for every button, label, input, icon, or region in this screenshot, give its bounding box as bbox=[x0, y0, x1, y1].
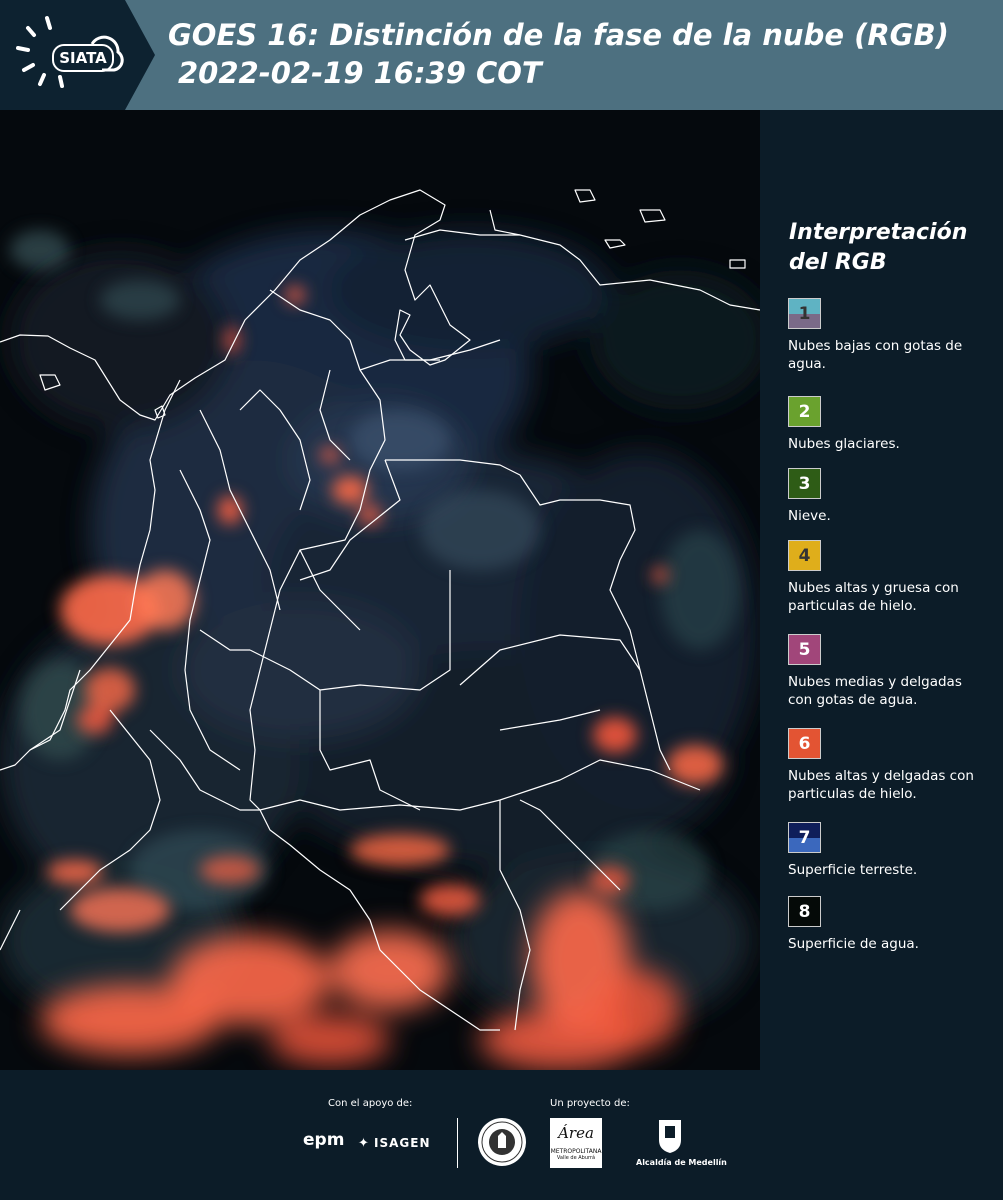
legend-title: Interpretación del RGB bbox=[789, 220, 968, 275]
area-logo-subtext-2: Valle de Aburrá bbox=[556, 1155, 596, 1161]
project-label: Un proyecto de: bbox=[550, 1098, 630, 1109]
legend-swatch-7: 7 bbox=[788, 822, 821, 853]
legend-panel: Interpretación del RGB 1 Nubes bajas con… bbox=[760, 110, 1003, 1070]
legend-label-6: Nubes altas y delgadas con particulas de… bbox=[788, 768, 974, 802]
legend-item-8: 8 Superficie de agua. bbox=[788, 896, 1003, 953]
area-logo-text: Área bbox=[558, 1124, 594, 1142]
satellite-map bbox=[0, 110, 760, 1070]
seal-graphic bbox=[481, 1121, 523, 1163]
legend-label-8: Superficie de agua. bbox=[788, 936, 919, 952]
legend-number-8: 8 bbox=[798, 901, 811, 922]
legend-label-1: Nubes bajas con gotas de agua. bbox=[788, 338, 963, 372]
header-bar: SIATA GOES 16: Distinción de la fase de … bbox=[0, 0, 1003, 110]
legend-number-1: 1 bbox=[798, 303, 811, 324]
legend-label-4: Nubes altas y gruesa con particulas de h… bbox=[788, 580, 959, 614]
legend-swatch-5: 5 bbox=[788, 634, 821, 665]
legend-item-7: 7 Superficie terreste. bbox=[788, 822, 1003, 879]
alcaldia-text: Alcaldía de Medellín bbox=[636, 1158, 727, 1167]
legend-label-5: Nubes medias y delgadas con gotas de agu… bbox=[788, 674, 962, 708]
legend-number-6: 6 bbox=[798, 733, 811, 754]
isagen-logo: ✦ ISAGEN bbox=[358, 1132, 430, 1151]
legend-swatch-3: 3 bbox=[788, 468, 821, 499]
coat-of-arms-icon bbox=[659, 1120, 681, 1153]
area-logo-subtext: METROPOLITANA bbox=[550, 1148, 602, 1155]
siata-logo-text: SIATA bbox=[52, 44, 114, 72]
legend-item-6: 6 Nubes altas y delgadas con particulas … bbox=[788, 728, 1003, 803]
legend-label-7: Superficie terreste. bbox=[788, 862, 918, 878]
page-title: GOES 16: Distinción de la fase de la nub… bbox=[168, 16, 949, 92]
legend-number-5: 5 bbox=[798, 639, 811, 660]
footer: Con el apoyo de: Un proyecto de: epm ✦ I… bbox=[0, 1070, 1003, 1200]
legend-swatch-2: 2 bbox=[788, 396, 821, 427]
legend-number-3: 3 bbox=[798, 473, 811, 494]
legend-item-2: 2 Nubes glaciares. bbox=[788, 396, 1003, 453]
legend-swatch-1: 1 bbox=[788, 298, 821, 329]
legend-item-3: 3 Nieve. bbox=[788, 468, 1003, 525]
legend-number-7: 7 bbox=[798, 827, 811, 848]
isagen-mark-icon: ✦ bbox=[358, 1136, 369, 1151]
legend-swatch-6: 6 bbox=[788, 728, 821, 759]
title-line-1: GOES 16: Distinción de la fase de la nub… bbox=[168, 18, 949, 52]
map-graphic bbox=[0, 110, 760, 1070]
legend-item-4: 4 Nubes altas y gruesa con particulas de… bbox=[788, 540, 1003, 615]
legend-label-2: Nubes glaciares. bbox=[788, 436, 900, 452]
epm-logo: epm bbox=[303, 1130, 345, 1150]
legend-swatch-4: 4 bbox=[788, 540, 821, 571]
legend-number-4: 4 bbox=[798, 545, 811, 566]
alcaldia-logo: Alcaldía de Medellín bbox=[636, 1118, 727, 1167]
title-line-2: 2022-02-19 16:39 COT bbox=[178, 56, 542, 90]
seal-logo-icon bbox=[478, 1118, 526, 1166]
footer-separator bbox=[457, 1118, 458, 1168]
legend-item-5: 5 Nubes medias y delgadas con gotas de a… bbox=[788, 634, 1003, 709]
support-label: Con el apoyo de: bbox=[328, 1098, 413, 1109]
area-metropolitana-logo: Área METROPOLITANA Valle de Aburrá bbox=[550, 1118, 602, 1168]
legend-item-1: 1 Nubes bajas con gotas de agua. bbox=[788, 298, 1003, 373]
siata-logo: SIATA bbox=[0, 0, 155, 110]
legend-label-3: Nieve. bbox=[788, 508, 831, 524]
legend-number-2: 2 bbox=[798, 401, 811, 422]
legend-swatch-8: 8 bbox=[788, 896, 821, 927]
isagen-text: ISAGEN bbox=[374, 1136, 431, 1150]
